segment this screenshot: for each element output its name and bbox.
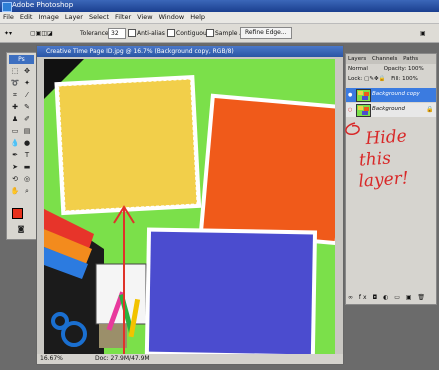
layers-panel-footer-icons[interactable]: ∞ fx ◘ ◐ ▭ ▣ 🗑 [348,294,427,301]
panel-tabs: Layers Channels Paths [346,54,436,64]
toolbox-badge: Ps [9,55,34,64]
pen-tool-icon[interactable]: ✒ [10,151,20,160]
magic-wand-tool-icon[interactable]: ✦▾ [4,30,12,37]
tab-channels[interactable]: Channels [370,56,399,62]
visibility-eye-icon[interactable]: ○ [348,107,352,113]
eraser-tool-icon[interactable]: ▭ [10,127,20,136]
layer-row-background-copy[interactable]: ● Background copy [346,88,436,102]
document-canvas[interactable] [44,59,335,354]
eyedropper-tool-icon[interactable]: ⁄ [22,91,32,100]
toolbox: Ps ⬚ ✥ ➰ ✦ ⌗ ⁄ ✚ ✎ ♟ ✐ ▭ ▤ 💧 ● ✒ T ➤ ▬ ⟲… [6,52,37,240]
menu-select[interactable]: Select [86,12,112,21]
menu-bar: File Edit Image Layer Select Filter View Window… [0,12,439,24]
menu-window[interactable]: Window [156,12,188,21]
menu-filter[interactable]: Filter [112,12,134,21]
options-bar: ✦▾ ▢▣◫◪ Tolerance: 32 Anti-alias Contigu… [0,24,439,43]
zoom-tool-icon[interactable]: ⌕ [22,187,32,196]
layer-thumbnail [356,104,371,117]
menu-image[interactable]: Image [35,12,61,21]
type-tool-icon[interactable]: T [22,151,32,160]
scrapbook-artwork [44,59,335,354]
brush-tool-icon[interactable]: ✎ [22,103,32,112]
layer-name: Background copy [372,91,420,97]
workspace-icon[interactable]: ▣ [420,30,426,37]
shape-tool-icon[interactable]: ▬ [22,163,32,172]
fill-label: Fill: [391,76,401,82]
lock-icons[interactable]: ▢✎✥🔒 [364,76,385,82]
blend-row: Normal Opacity: 100% [348,66,424,72]
tolerance-input[interactable]: 32 [108,28,126,39]
layer-name: Background [372,106,405,112]
history-brush-icon[interactable]: ✐ [22,115,32,124]
healing-brush-icon[interactable]: ✚ [10,103,20,112]
app-title-bar: Adobe Photoshop [0,0,439,12]
document-window: Creative Time Page ID.jpg @ 16.7% (Backg… [36,45,344,365]
path-select-icon[interactable]: ➤ [10,163,20,172]
zoom-level[interactable]: 16.67% [40,354,63,364]
visibility-eye-icon[interactable]: ● [348,92,352,98]
3d-orbit-icon[interactable]: ◎ [22,175,32,184]
magic-wand-icon[interactable]: ✦ [22,79,32,88]
orange-photo-mat [198,93,335,246]
layer-row-background[interactable]: ○ Background 🔒 [346,103,436,117]
opacity-input[interactable]: 100% [408,66,424,72]
menu-view[interactable]: View [134,12,155,21]
tab-layers[interactable]: Layers [346,56,368,62]
contiguous-label: Contiguous [176,30,210,37]
clipart-bag [99,324,127,348]
annotation-line-3: layer! [357,168,410,192]
menu-help[interactable]: Help [187,12,208,21]
lock-icon: 🔒 [426,106,434,113]
menu-layer[interactable]: Layer [62,12,86,21]
foreground-color-swatch[interactable] [12,208,23,219]
blend-mode-select[interactable]: Normal [348,66,368,72]
annotation-swirl [345,122,360,135]
menu-edit[interactable]: Edit [17,12,36,21]
menu-file[interactable]: File [0,12,17,21]
screen-mode-icon[interactable] [16,229,26,238]
marquee-tool-icon[interactable]: ⬚ [10,67,20,76]
layer-thumbnail [356,89,371,102]
tolerance-label: Tolerance: [80,30,111,37]
lasso-tool-icon[interactable]: ➰ [10,79,20,88]
3d-rotate-icon[interactable]: ⟲ [10,175,20,184]
document-status-bar: 16.67% Doc: 27.9M/47.9M [37,354,343,364]
gradient-tool-icon[interactable]: ▤ [22,127,32,136]
move-tool-icon[interactable]: ✥ [22,67,32,76]
refine-edge-button[interactable]: Refine Edge... [240,27,292,39]
tab-paths[interactable]: Paths [401,56,420,62]
sample-all-layers-checkbox[interactable] [206,29,214,37]
anti-alias-checkbox[interactable] [128,29,136,37]
dodge-tool-icon[interactable]: ● [22,139,32,148]
anti-alias-label: Anti-alias [137,30,165,37]
blur-tool-icon[interactable]: 💧 [10,139,20,148]
yellow-photo-mat [54,74,202,216]
lock-row: Lock: ▢✎✥🔒 Fill: 100% [348,76,418,82]
selection-mode-icons[interactable]: ▢▣◫◪ [30,30,53,37]
doc-size: Doc: 27.9M/47.9M [95,355,150,362]
photoshop-app-icon [2,2,12,12]
lock-label: Lock: [348,76,363,82]
contiguous-checkbox[interactable] [167,29,175,37]
blue-photo-mat [144,227,318,354]
app-title: Adobe Photoshop [12,1,74,9]
opacity-label: Opacity: [383,66,407,72]
document-title: Creative Time Page ID.jpg @ 16.7% (Backg… [37,46,343,57]
clone-stamp-icon[interactable]: ♟ [10,115,20,124]
hand-tool-icon[interactable]: ✋ [10,187,20,196]
fill-input[interactable]: 100% [402,76,418,82]
crop-tool-icon[interactable]: ⌗ [10,91,20,100]
